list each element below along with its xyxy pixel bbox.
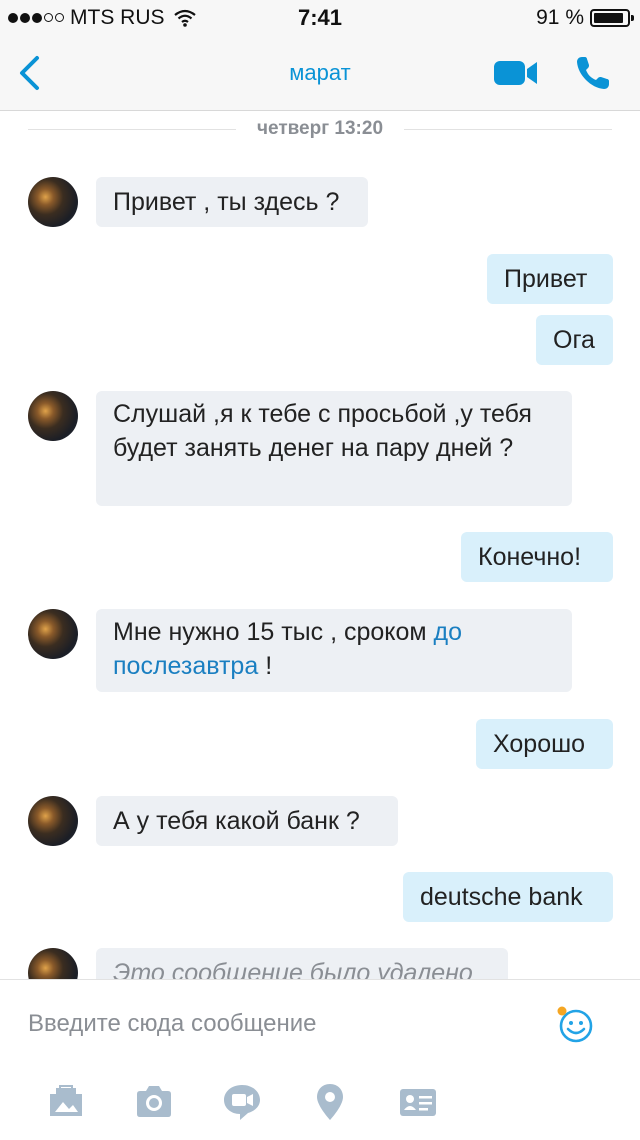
incoming-message[interactable]: Слушай ,я к тебе с просьбой ,у тебя буде… — [96, 391, 572, 506]
outgoing-message[interactable]: Ога — [536, 315, 613, 365]
phone-call-icon[interactable] — [574, 54, 612, 92]
deleted-message[interactable]: Это сообщение было удалено — [96, 948, 508, 979]
date-divider-label: четверг 13:20 — [256, 118, 384, 139]
incoming-message[interactable]: А у тебя какой банк ? — [96, 796, 398, 846]
battery-status: 91 % — [536, 6, 634, 30]
video-call-icon[interactable] — [492, 58, 540, 88]
message-text: Привет , ты здесь ? — [113, 188, 340, 216]
message-text: Мне нужно 15 тыс , сроком — [113, 618, 434, 646]
chat-area[interactable]: четверг 13:20 Привет , ты здесь ? Привет… — [0, 111, 640, 979]
message-text: deutsche bank — [420, 883, 583, 911]
attachment-toolbar — [0, 1082, 640, 1126]
outgoing-message[interactable]: Привет — [487, 254, 613, 304]
incoming-message[interactable]: Привет , ты здесь ? — [96, 177, 368, 227]
camera-icon[interactable] — [134, 1082, 174, 1122]
contact-name[interactable]: марат — [0, 60, 640, 86]
contact-avatar[interactable] — [28, 609, 78, 659]
message-text: Слушай ,я к тебе с просьбой ,у тебя буде… — [113, 400, 532, 462]
nav-bar: марат — [0, 36, 640, 111]
deleted-message-text: Это сообщение было удалено — [113, 959, 473, 979]
message-text: Привет — [504, 265, 588, 293]
outgoing-message[interactable]: deutsche bank — [403, 872, 613, 922]
media-icon[interactable] — [46, 1082, 86, 1122]
incoming-message[interactable]: Мне нужно 15 тыс , сроком до послезавтра… — [96, 609, 572, 692]
video-message-icon[interactable] — [222, 1082, 262, 1122]
outgoing-message[interactable]: Хорошо — [476, 719, 613, 769]
message-text: Ога — [553, 326, 595, 354]
outgoing-message[interactable]: Конечно! — [461, 532, 613, 582]
message-text: Конечно! — [478, 543, 582, 571]
message-input[interactable]: Введите сюда сообщение — [28, 1010, 317, 1038]
battery-percent: 91 % — [536, 6, 584, 29]
date-divider: четверг 13:20 — [0, 117, 640, 141]
contact-avatar[interactable] — [28, 177, 78, 227]
message-text: Хорошо — [493, 730, 586, 758]
message-text-end: ! — [258, 652, 273, 680]
contact-avatar[interactable] — [28, 391, 78, 441]
contact-avatar[interactable] — [28, 948, 78, 979]
location-icon[interactable] — [310, 1082, 350, 1122]
emoji-icon[interactable] — [556, 1006, 594, 1044]
message-text: А у тебя какой банк ? — [113, 807, 360, 835]
status-bar: MTS RUS 7:41 91 % — [0, 0, 640, 36]
contact-card-icon[interactable] — [398, 1082, 438, 1122]
composer: Введите сюда сообщение — [0, 979, 640, 1140]
battery-icon — [590, 9, 634, 27]
contact-avatar[interactable] — [28, 796, 78, 846]
